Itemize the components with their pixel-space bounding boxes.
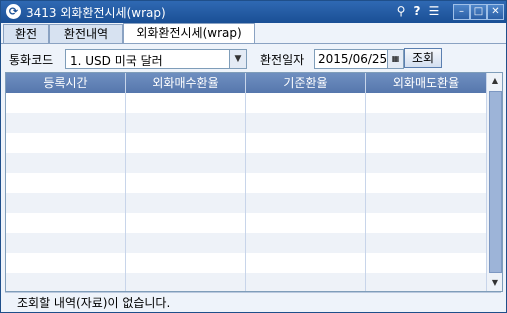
scroll-down-icon[interactable]: ▼	[487, 275, 502, 291]
table-cell	[6, 213, 126, 233]
currency-select[interactable]: 1. USD 미국 달러 ▼	[65, 49, 247, 69]
menu-icon[interactable]: ☰	[426, 4, 442, 19]
vertical-scrollbar[interactable]: ▲ ▼	[486, 73, 502, 291]
table-cell	[246, 133, 366, 153]
scroll-up-icon[interactable]: ▲	[487, 73, 502, 89]
table-row[interactable]	[6, 253, 486, 273]
table-cell	[6, 273, 126, 291]
currency-label: 통화코드	[9, 53, 54, 67]
column-header[interactable]: 등록시간	[6, 73, 126, 93]
table-row[interactable]	[6, 113, 486, 133]
scrollbar-thumb[interactable]	[489, 91, 502, 273]
table-cell	[126, 193, 246, 213]
table-cell	[126, 93, 246, 113]
app-logo-icon: ⟳	[6, 4, 21, 19]
table-row[interactable]	[6, 93, 486, 113]
table-cell	[246, 273, 366, 291]
table-cell	[6, 113, 126, 133]
minimize-button[interactable]: –	[453, 4, 470, 20]
maximize-icon: □	[473, 6, 484, 17]
minimize-icon: –	[459, 6, 464, 17]
table-cell	[126, 153, 246, 173]
calendar-icon[interactable]: ▦	[387, 49, 404, 69]
table-cell	[126, 253, 246, 273]
status-bar: 조회할 내역(자료)이 없습니다.	[5, 292, 501, 310]
query-button[interactable]: 조회	[404, 48, 442, 68]
table-cell	[126, 113, 246, 133]
maximize-button[interactable]: □	[470, 4, 487, 20]
table-cell	[246, 153, 366, 173]
table-cell	[126, 233, 246, 253]
table-row[interactable]	[6, 273, 486, 291]
table-body	[6, 93, 486, 291]
table-header: 등록시간 외화매수환율 기준환율 외화매도환율	[6, 73, 486, 93]
window: ⟳ 3413 외화환전시세(wrap) ⚲ ? ☰ – □ ✕ 환전 환전내역 …	[0, 0, 507, 313]
table-cell	[6, 193, 126, 213]
chevron-down-icon[interactable]: ▼	[229, 50, 246, 68]
table-row[interactable]	[6, 193, 486, 213]
table-cell	[246, 233, 366, 253]
tab-bar: 환전 환전내역 외화환전시세(wrap)	[1, 23, 506, 44]
table-cell	[246, 113, 366, 133]
tab-exchange-rate-wrap[interactable]: 외화환전시세(wrap)	[123, 23, 255, 44]
tab-exchange-history[interactable]: 환전내역	[49, 24, 123, 43]
tab-exchange[interactable]: 환전	[3, 24, 49, 43]
table-row[interactable]	[6, 233, 486, 253]
table-cell	[366, 193, 486, 213]
title-bar[interactable]: ⟳ 3413 외화환전시세(wrap) ⚲ ? ☰ – □ ✕	[1, 1, 506, 23]
table-cell	[366, 253, 486, 273]
date-label: 환전일자	[260, 53, 305, 67]
table-cell	[126, 133, 246, 153]
table-cell	[6, 233, 126, 253]
table-cell	[246, 193, 366, 213]
table-cell	[126, 173, 246, 193]
column-header[interactable]: 외화매수환율	[126, 73, 246, 93]
table-cell	[6, 173, 126, 193]
table-cell	[366, 93, 486, 113]
table-cell	[6, 253, 126, 273]
table-row[interactable]	[6, 133, 486, 153]
table-cell	[366, 213, 486, 233]
table-cell	[366, 173, 486, 193]
table-row[interactable]	[6, 173, 486, 193]
column-header[interactable]: 기준환율	[246, 73, 366, 93]
date-input-value: 2015/06/25	[318, 52, 388, 66]
table-row[interactable]	[6, 213, 486, 233]
column-header[interactable]: 외화매도환율	[366, 73, 486, 93]
table-cell	[366, 233, 486, 253]
window-title: 3413 외화환전시세(wrap)	[26, 6, 166, 20]
table-cell	[246, 173, 366, 193]
tab-divider	[1, 43, 506, 44]
rate-table: 등록시간 외화매수환율 기준환율 외화매도환율 ▲ ▼	[5, 72, 503, 292]
table-cell	[366, 113, 486, 133]
help-icon[interactable]: ?	[411, 4, 423, 19]
table-cell	[246, 213, 366, 233]
table-row[interactable]	[6, 153, 486, 173]
table-cell	[6, 133, 126, 153]
date-input[interactable]: 2015/06/25	[314, 49, 388, 69]
query-toolbar: 통화코드 1. USD 미국 달러 ▼ 환전일자 2015/06/25 ▦ 조회	[1, 45, 506, 71]
pin-icon[interactable]: ⚲	[394, 4, 408, 19]
table-cell	[366, 133, 486, 153]
close-icon: ✕	[491, 6, 500, 17]
currency-select-value: 1. USD 미국 달러	[70, 54, 163, 68]
table-cell	[6, 93, 126, 113]
status-message: 조회할 내역(자료)이 없습니다.	[17, 296, 171, 310]
table-cell	[366, 273, 486, 291]
table-cell	[246, 93, 366, 113]
table-cell	[126, 273, 246, 291]
table-cell	[126, 213, 246, 233]
table-cell	[246, 253, 366, 273]
close-button[interactable]: ✕	[487, 4, 504, 20]
table-cell	[366, 153, 486, 173]
table-cell	[6, 153, 126, 173]
